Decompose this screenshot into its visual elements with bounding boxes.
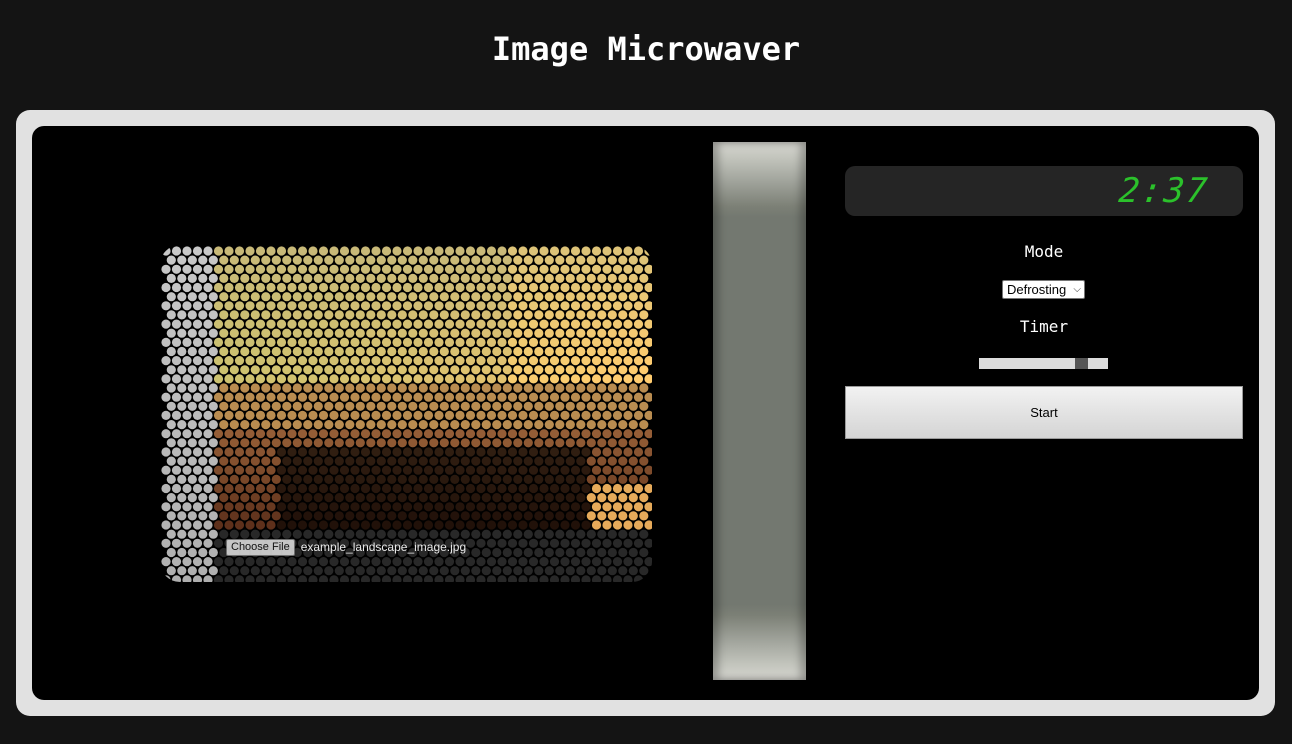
- microwave-body: Choose File example_landscape_image.jpg …: [16, 110, 1275, 716]
- mode-select[interactable]: Defrosting ⌵: [1002, 280, 1085, 299]
- image-dot-grid: [161, 246, 652, 582]
- microwave-front: Choose File example_landscape_image.jpg …: [32, 126, 1259, 700]
- choose-file-button[interactable]: Choose File: [226, 538, 295, 556]
- timer-slider-thumb[interactable]: [1075, 358, 1088, 369]
- timer-label: Timer: [1019, 317, 1069, 336]
- door-window: Choose File example_landscape_image.jpg: [160, 245, 652, 582]
- chevron-down-icon: ⌵: [1073, 284, 1081, 295]
- mode-select-value: Defrosting: [1007, 282, 1067, 297]
- file-name-text: example_landscape_image.jpg: [300, 540, 467, 554]
- mode-label: Mode: [1024, 242, 1064, 261]
- door-handle: [713, 142, 806, 680]
- display-time: 2:37: [1117, 171, 1212, 211]
- timer-slider[interactable]: [979, 358, 1108, 369]
- page-title: Image Microwaver: [491, 30, 801, 68]
- start-button[interactable]: Start: [845, 386, 1243, 439]
- file-input[interactable]: Choose File example_landscape_image.jpg: [226, 538, 466, 556]
- timer-display: 2:37: [845, 166, 1243, 216]
